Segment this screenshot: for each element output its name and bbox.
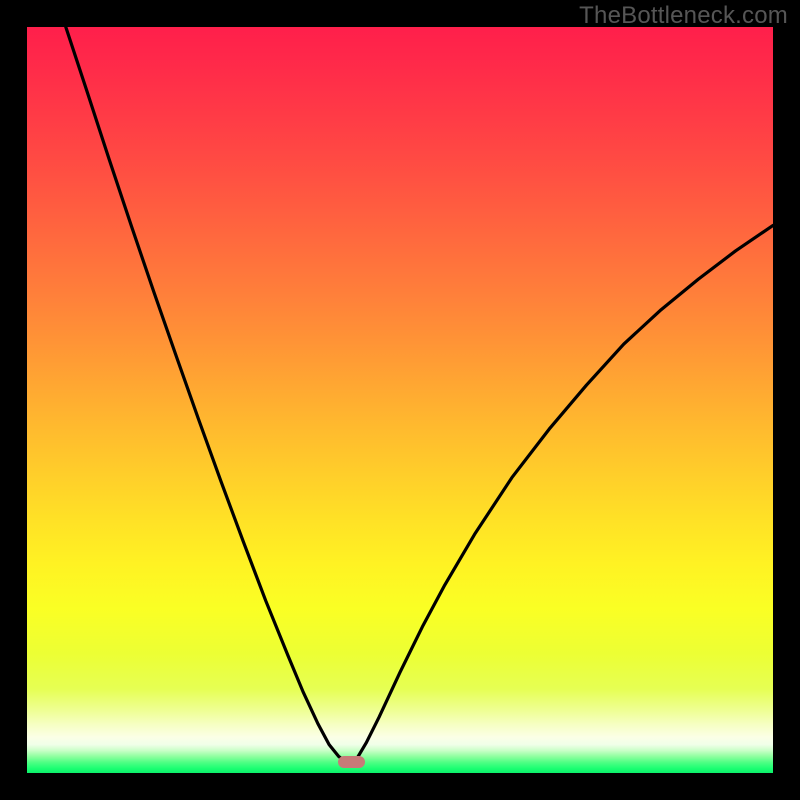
- minimum-marker: [338, 756, 365, 768]
- plot-svg: [27, 27, 773, 773]
- gradient-background: [27, 27, 773, 773]
- watermark-text: TheBottleneck.com: [579, 2, 788, 30]
- chart-frame: TheBottleneck.com: [0, 0, 800, 800]
- plot-area: [27, 27, 773, 773]
